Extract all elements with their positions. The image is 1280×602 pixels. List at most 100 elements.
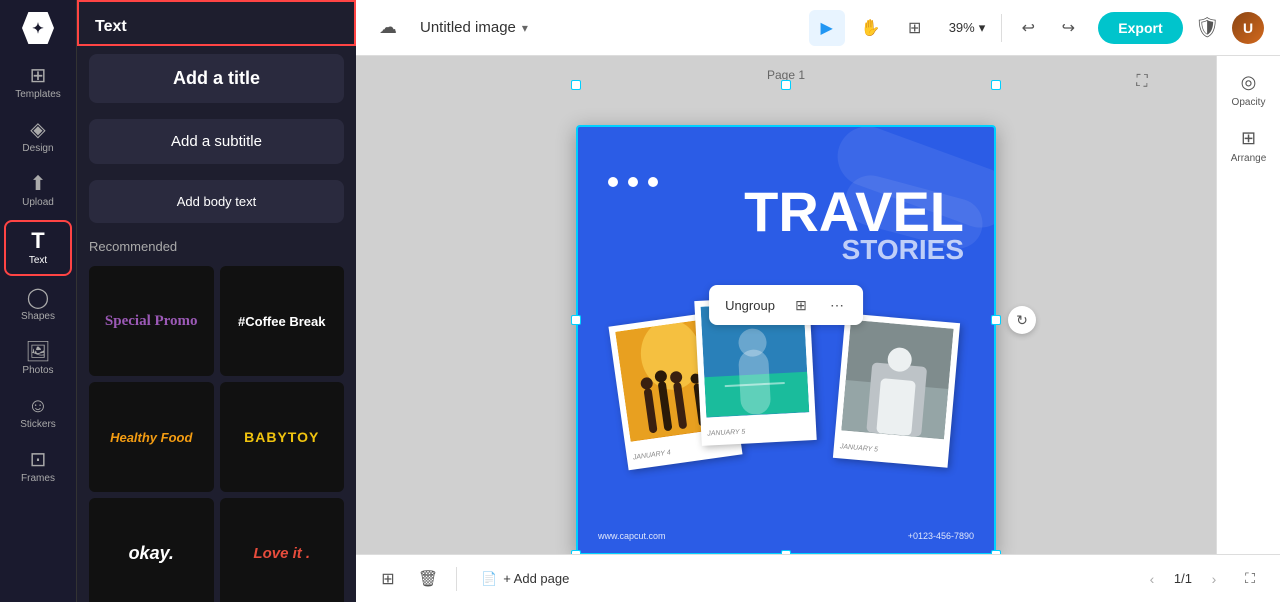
save-to-cloud-button[interactable]: ☁ [372,12,404,44]
handle-top-left[interactable] [571,80,581,90]
sidebar-item-stickers[interactable]: ☺ Stickers [4,388,72,438]
text-panel: Text Add a title Add a subtitle Add body… [76,0,356,602]
arrange-control[interactable]: ⊞ Arrange [1231,128,1267,164]
photo-date-3: JANUARY 5 [840,443,879,453]
dot-3 [648,177,658,187]
canvas-workspace[interactable]: Page 1 ⛶ TRAVEL S [356,56,1216,554]
prev-page-button[interactable]: ‹ [1138,565,1166,593]
app-logo[interactable]: ✦ [20,10,56,46]
template-special-promo[interactable]: Special Promo [89,266,214,376]
sidebar-item-frames[interactable]: ⊡ Frames [4,442,72,492]
zoom-control[interactable]: 39% ▾ [941,16,994,40]
group-icon-button[interactable]: ⊞ [787,291,815,319]
template-healthy-food[interactable]: Healthy Food [89,382,214,492]
template-okay[interactable]: okay. [89,498,214,602]
recommended-section: Recommended [77,231,356,266]
bottom-toolbar: ⊞ 🗑 📄 + Add page ‹ 1/1 › ⛶ [356,554,1280,602]
bottom-right: ‹ 1/1 › ⛶ [1138,565,1264,593]
handle-bottom-right[interactable] [991,550,1001,554]
add-subtitle-button[interactable]: Add a subtitle [89,119,344,164]
canvas-selection-container: TRAVEL STORIES [576,85,996,554]
sidebar-item-text[interactable]: T Text [4,220,72,276]
templates-icon: ⊞ [30,66,47,86]
coffee-break-text: #Coffee Break [238,314,325,329]
toolbar-left: ☁ Untitled image ▾ [372,12,797,44]
sidebar-item-shapes[interactable]: ◯ Shapes [4,280,72,330]
add-title-button[interactable]: Add a title [89,54,344,103]
zoom-value: 39% [949,20,975,35]
canvas-phone: +0123-456-7890 [908,531,974,541]
recommended-label: Recommended [89,239,344,254]
text-panel-header: Text [77,0,356,46]
design-icon: ◈ [30,120,45,140]
handle-mid-left[interactable] [571,315,581,325]
rotate-handle[interactable]: ↻ [1008,306,1036,334]
fullscreen-button[interactable]: ⛶ [1236,565,1264,593]
frames-icon: ⊡ [30,450,47,470]
travel-word: TRAVEL [744,187,964,237]
arrange-icon: ⊞ [1241,128,1256,149]
polaroid-3[interactable]: JANUARY 5 [833,313,960,467]
bottom-left: ⊞ 🗑 📄 + Add page [372,563,581,595]
shapes-icon: ◯ [27,288,49,308]
handle-top-mid[interactable] [781,80,791,90]
add-page-button[interactable]: 📄 + Add page [469,567,581,591]
sidebar-item-templates[interactable]: ⊞ Templates [4,58,72,108]
document-title-area[interactable]: Untitled image ▾ [412,15,536,40]
handle-bottom-left[interactable] [571,550,581,554]
special-promo-text: Special Promo [105,313,198,330]
opacity-control[interactable]: ◎ Opacity [1232,72,1266,108]
stickers-icon: ☺ [28,396,48,416]
add-page-icon-button[interactable]: ⊞ [372,563,404,595]
page-navigation: ‹ 1/1 › [1138,565,1228,593]
layout-tool-button[interactable]: ⊞ [897,10,933,46]
template-coffee-break[interactable]: #Coffee Break [220,266,345,376]
text-templates-grid: Special Promo #Coffee Break Healthy Food… [77,266,356,602]
sidebar: ✦ ⊞ Templates ◈ Design ⬆ Upload T Text ◯… [0,0,76,602]
document-title: Untitled image [420,19,516,36]
add-page-label: + Add page [503,571,569,586]
redo-button[interactable]: ↪ [1050,10,1086,46]
photos-icon: 🖼 [25,342,50,362]
template-loveit[interactable]: Love it . [220,498,345,602]
fullscreen-icon[interactable]: ⛶ [1128,68,1156,96]
sidebar-item-photos[interactable]: 🖼 Photos [4,334,72,384]
bottom-divider [456,567,457,591]
loveit-text: Love it . [253,545,310,562]
page-count: 1/1 [1174,571,1192,586]
hand-tool-button[interactable]: ✋ [853,10,889,46]
canvas-dots [608,177,658,187]
canvas-footer: www.capcut.com +0123-456-7890 [598,531,974,541]
delete-page-button[interactable]: 🗑 [412,563,444,595]
main-area: ☁ Untitled image ▾ ▶ ✋ ⊞ 39% ▾ ↩ ↪ Expor… [356,0,1280,602]
undo-button[interactable]: ↩ [1010,10,1046,46]
canvas-card[interactable]: TRAVEL STORIES [576,125,996,554]
export-button[interactable]: Export [1098,12,1182,44]
more-options-button[interactable]: ⋯ [823,291,851,319]
next-page-button[interactable]: › [1200,565,1228,593]
right-panel: ◎ Opacity ⊞ Arrange [1216,56,1280,554]
handle-bottom-mid[interactable] [781,550,791,554]
title-dropdown-icon: ▾ [522,21,528,35]
healthy-food-text: Healthy Food [110,430,192,445]
select-tool-button[interactable]: ▶ [809,10,845,46]
photo-beach-3 [841,320,953,440]
toolbar-right: Export 🛡 U [1098,12,1264,44]
text-icon: T [31,230,44,252]
template-babytoy[interactable]: BABYTOY [220,382,345,492]
add-body-button[interactable]: Add body text [89,180,344,223]
toolbar-divider [1001,14,1002,42]
ungroup-button[interactable]: Ungroup [721,296,779,315]
opacity-icon: ◎ [1241,72,1257,93]
shield-icon[interactable]: 🛡 [1195,15,1220,40]
dot-2 [628,177,638,187]
handle-mid-right[interactable] [991,315,1001,325]
sidebar-item-design[interactable]: ◈ Design [4,112,72,162]
photo-date-1: JANUARY 4 [633,449,672,461]
photo-date-2: JANUARY 5 [707,429,745,438]
add-page-icon: 📄 [481,571,497,587]
babytoy-text: BABYTOY [244,429,319,445]
handle-top-right[interactable] [991,80,1001,90]
user-avatar[interactable]: U [1232,12,1264,44]
sidebar-item-upload[interactable]: ⬆ Upload [4,166,72,216]
